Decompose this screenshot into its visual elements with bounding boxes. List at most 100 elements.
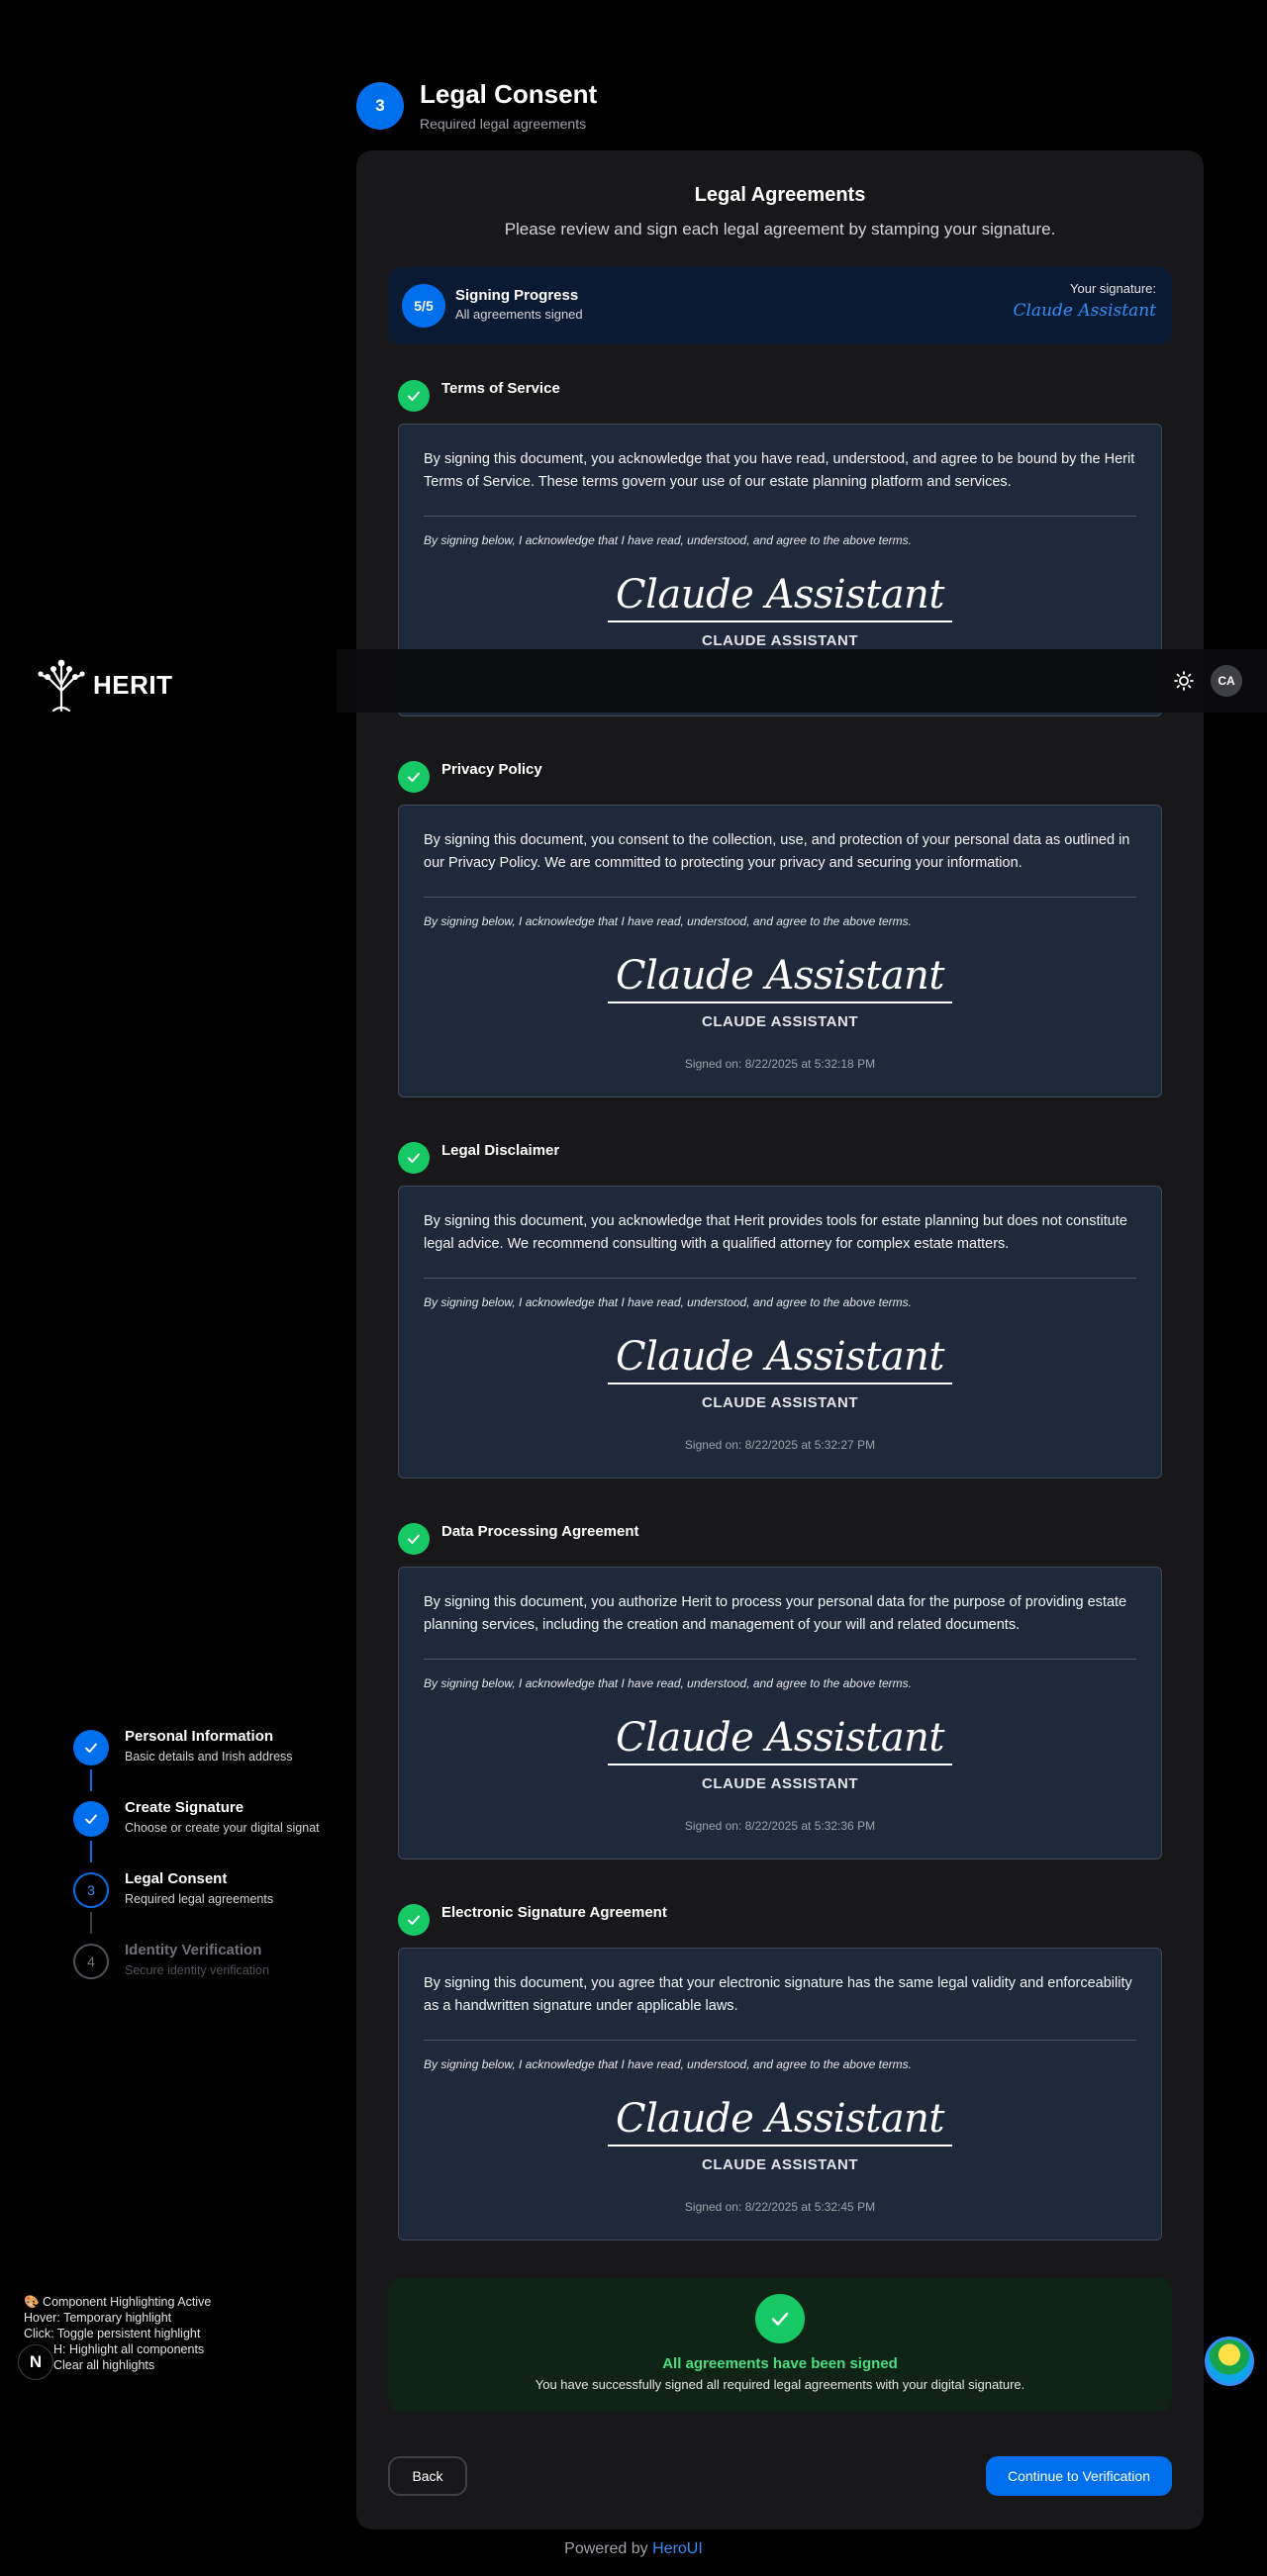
signature-name: CLAUDE ASSISTANT [702,2156,858,2173]
sun-icon[interactable] [1172,669,1196,693]
signature-name: CLAUDE ASSISTANT [702,1013,858,1030]
check-icon [398,1904,430,1936]
back-button[interactable]: Back [388,2456,467,2496]
debug-line: 🎨 Component Highlighting Active [24,2295,212,2309]
step-heading: Legal Consent Required legal agreements [420,79,597,132]
agreement-document: By signing this document, you acknowledg… [398,1186,1162,1479]
agreement-text: By signing this document, you authorize … [424,1594,1127,1633]
user-avatar[interactable]: CA [1211,665,1242,697]
stepper-label: Create Signature [125,1799,244,1816]
tree-logo-icon [38,659,85,713]
card-description: Please review and sign each legal agreem… [504,220,1056,239]
progress-count-badge: 5/5 [402,284,445,328]
stepper-label: Personal Information [125,1728,274,1745]
stepper-label: Identity Verification [125,1942,262,1958]
check-icon [398,1142,430,1174]
acknowledgement-text: By signing below, I acknowledge that I h… [424,533,912,547]
divider [424,1659,1136,1660]
stepper-number: 3 [73,1872,109,1908]
legal-agreements-card: Legal Agreements Please review and sign … [356,150,1204,2529]
signature-script: Claude Assistant [607,571,953,622]
footer: Powered by HeroUI [0,2540,1267,2558]
agreement-document: By signing this document, you consent to… [398,805,1162,1097]
acknowledgement-text: By signing below, I acknowledge that I h… [424,2057,912,2071]
acknowledgement-text: By signing below, I acknowledge that I h… [424,914,912,928]
completion-subtitle: You have successfully signed all require… [535,2377,1025,2392]
signature-stamp: Claude Assistant [399,952,1161,1003]
signature-script: Claude Assistant [607,952,953,1003]
agreement-text: By signing this document, you acknowledg… [424,1213,1127,1252]
stepper-description: Secure identity verification [125,1963,269,1977]
check-icon [398,380,430,412]
acknowledgement-text: By signing below, I acknowledge that I h… [424,1676,912,1690]
signed-on-date: Signed on: 8/22/2025 at 5:32:18 PM [684,1057,876,1071]
signature-stamp: Claude Assistant [399,1333,1161,1384]
stepper-number: 4 [73,1944,109,1979]
heroui-link[interactable]: HeroUI [652,2540,703,2557]
signature-stamp: Claude Assistant [399,1714,1161,1765]
signature-name: CLAUDE ASSISTANT [702,1775,858,1792]
stepper-connector [90,1769,92,1791]
nextjs-devtools-button[interactable]: N [18,2344,53,2380]
divider [424,516,1136,517]
stepper-description: Basic details and Irish address [125,1750,293,1764]
stepper-description: Choose or create your digital signat [125,1821,320,1835]
agreement-document: By signing this document, you agree that… [398,1948,1162,2241]
signature-stamp: Claude Assistant [399,571,1161,622]
agreement-text: By signing this document, you acknowledg… [424,451,1135,490]
signed-on-date: Signed on: 8/22/2025 at 5:32:45 PM [684,2200,876,2214]
check-icon [73,1801,109,1837]
debug-line: Hover: Temporary highlight [24,2311,172,2325]
stepper-connector [90,1912,92,1934]
stepper-item-legal-consent[interactable]: 3 Legal Consent Required legal agreement… [73,1868,331,1920]
divider [424,1278,1136,1279]
page-subtitle: Required legal agreements [420,116,587,132]
stepper-connector [90,1841,92,1862]
agreement-document: By signing this document, you authorize … [398,1567,1162,1860]
your-signature-label: Your signature: [1070,281,1156,296]
stepper-item-identity-verification[interactable]: 4 Identity Verification Secure identity … [73,1940,331,1991]
signature-script: Claude Assistant [607,2095,953,2147]
card-title: Legal Agreements [694,184,866,206]
debug-line: Click: Toggle persistent highlight [24,2327,201,2340]
continue-to-verification-button[interactable]: Continue to Verification [986,2456,1172,2496]
assistant-avatar-icon[interactable] [1205,2337,1254,2386]
signature-script: Claude Assistant [607,1333,953,1384]
signed-on-date: Signed on: 8/22/2025 at 5:32:27 PM [684,1438,876,1452]
signature-script: Claude Assistant [607,1714,953,1765]
check-icon [398,761,430,793]
page-title: Legal Consent [420,79,598,109]
agreement-title: Privacy Policy [441,761,542,778]
acknowledgement-text: By signing below, I acknowledge that I h… [424,1295,912,1309]
signature-name: CLAUDE ASSISTANT [702,1394,858,1411]
agreement-text: By signing this document, you consent to… [424,832,1130,871]
check-circle-icon [755,2294,805,2343]
divider [424,897,1136,898]
signature-name: CLAUDE ASSISTANT [702,632,858,649]
logo-text: HERIT [93,669,173,700]
herit-logo[interactable]: HERIT [36,657,173,713]
completion-banner: All agreements have been signed You have… [388,2278,1172,2411]
check-icon [73,1730,109,1765]
agreement-title: Legal Disclaimer [441,1142,560,1159]
signed-on-date: Signed on: 8/22/2025 at 5:32:36 PM [684,1819,876,1833]
agreement-text: By signing this document, you agree that… [424,1975,1132,2014]
stepper-item-create-signature[interactable]: Create Signature Choose or create your d… [73,1797,331,1849]
navbar-background [337,649,1267,713]
step-number-badge: 3 [356,81,404,130]
progress-title: Signing Progress [455,287,579,304]
progress-subtitle: All agreements signed [455,307,583,322]
stepper-item-personal-information[interactable]: Personal Information Basic details and I… [73,1726,331,1777]
check-icon [398,1523,430,1555]
agreement-title: Electronic Signature Agreement [441,1904,667,1921]
footer-prefix: Powered by [564,2540,648,2557]
divider [424,2040,1136,2041]
stepper-description: Required legal agreements [125,1892,274,1906]
stepper-label: Legal Consent [125,1870,228,1887]
agreement-title: Data Processing Agreement [441,1523,639,1540]
completion-title: All agreements have been signed [662,2355,898,2372]
your-signature-preview: Claude Assistant [1013,301,1156,321]
signature-stamp: Claude Assistant [399,2095,1161,2147]
agreement-title: Terms of Service [441,380,560,397]
step-header: 3 Legal Consent Required legal agreement… [356,79,597,132]
